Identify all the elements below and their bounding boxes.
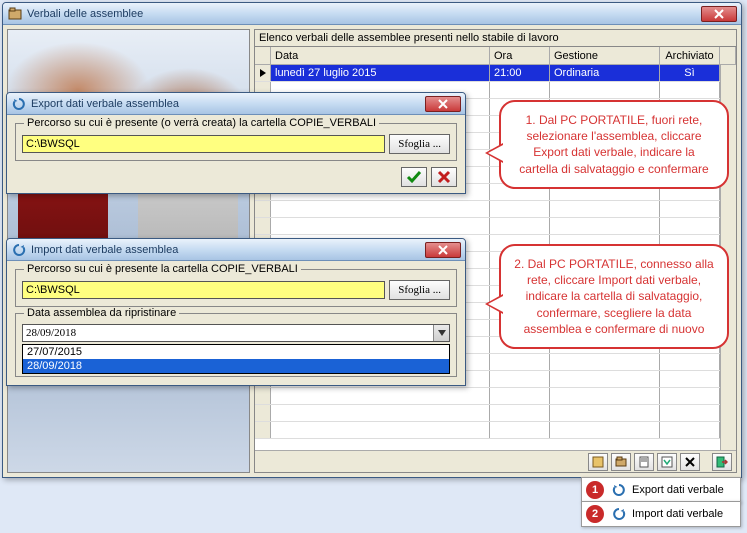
main-title: Verbali delle assemblee (27, 8, 701, 20)
cell-data: lunedì 27 luglio 2015 (271, 65, 490, 81)
undo-icon (11, 242, 27, 258)
import-date-group: Data assemblea da ripristinare 27/07/201… (15, 313, 457, 377)
import-dialog: Import dati verbale assemblea Percorso s… (6, 238, 466, 386)
refresh-icon (612, 483, 626, 497)
chevron-down-icon[interactable] (433, 325, 449, 341)
main-titlebar[interactable]: Verbali delle assemblee (3, 3, 741, 25)
badge-icon: 2 (586, 505, 604, 523)
export-path-label: Percorso su cui è presente (o verrà crea… (24, 117, 379, 129)
col-ora[interactable]: Ora (490, 47, 550, 64)
import-path-label: Percorso su cui è presente la cartella C… (24, 263, 301, 275)
refresh-icon (11, 96, 27, 112)
cell-ora: 21:00 (490, 65, 550, 81)
cell-archiviato: Sì (660, 65, 720, 81)
callout-2: 2. Dal PC PORTATILE, connesso alla rete,… (499, 244, 729, 349)
import-menu-label: Import dati verbale (632, 508, 723, 520)
confirm-button[interactable] (401, 167, 427, 187)
export-titlebar[interactable]: Export dati verbale assemblea (7, 93, 465, 115)
export-dialog: Export dati verbale assemblea Percorso s… (6, 92, 466, 194)
import-date-label: Data assemblea da ripristinare (24, 307, 179, 319)
col-marker (255, 47, 271, 64)
cell-gestione: Ordinaria (550, 65, 660, 81)
import-path-group: Percorso su cui è presente la cartella C… (15, 269, 457, 307)
import-menu-item[interactable]: 2 Import dati verbale (581, 501, 741, 527)
grid-toolbar (255, 450, 736, 472)
col-scroll-pad (720, 47, 736, 64)
callout-text: 2. Dal PC PORTATILE, connesso alla rete,… (514, 257, 713, 336)
app-icon (7, 6, 23, 22)
col-data[interactable]: Data (271, 47, 490, 64)
export-title: Export dati verbale assemblea (31, 98, 425, 110)
date-option[interactable]: 27/07/2015 (23, 345, 449, 359)
callout-text: 1. Dal PC PORTATILE, fuori rete, selezio… (519, 113, 708, 176)
col-gestione[interactable]: Gestione (550, 47, 660, 64)
row-marker-icon (260, 69, 266, 77)
import-path-input[interactable] (22, 281, 385, 299)
export-menu-label: Export dati verbale (632, 484, 724, 496)
export-browse-button[interactable]: Sfoglia ... (389, 134, 450, 154)
close-icon[interactable] (701, 6, 737, 22)
cancel-button[interactable] (431, 167, 457, 187)
date-combo[interactable] (22, 324, 450, 342)
date-option[interactable]: 28/09/2018 (23, 359, 449, 373)
export-path-group: Percorso su cui è presente (o verrà crea… (15, 123, 457, 161)
date-combo-list: 27/07/2015 28/09/2018 (22, 344, 450, 374)
table-caption: Elenco verbali delle assemblee presenti … (254, 29, 737, 47)
close-icon[interactable] (425, 96, 461, 112)
export-menu-item[interactable]: 1 Export dati verbale (581, 477, 741, 503)
col-archiviato[interactable]: Archiviato (660, 47, 720, 64)
callout-1: 1. Dal PC PORTATILE, fuori rete, selezio… (499, 100, 729, 189)
toolbar-btn-4[interactable] (657, 453, 677, 471)
toolbar-btn-exit[interactable] (712, 453, 732, 471)
date-combo-input[interactable] (23, 325, 433, 341)
toolbar-btn-2[interactable] (611, 453, 631, 471)
close-icon[interactable] (425, 242, 461, 258)
toolbar-btn-delete[interactable] (680, 453, 700, 471)
table-row[interactable]: lunedì 27 luglio 2015 21:00 Ordinaria Sì (255, 65, 736, 82)
undo-icon (612, 507, 626, 521)
import-title: Import dati verbale assemblea (31, 244, 425, 256)
badge-icon: 1 (586, 481, 604, 499)
import-titlebar[interactable]: Import dati verbale assemblea (7, 239, 465, 261)
export-path-input[interactable] (22, 135, 385, 153)
toolbar-btn-3[interactable] (634, 453, 654, 471)
toolbar-btn-1[interactable] (588, 453, 608, 471)
import-browse-button[interactable]: Sfoglia ... (389, 280, 450, 300)
